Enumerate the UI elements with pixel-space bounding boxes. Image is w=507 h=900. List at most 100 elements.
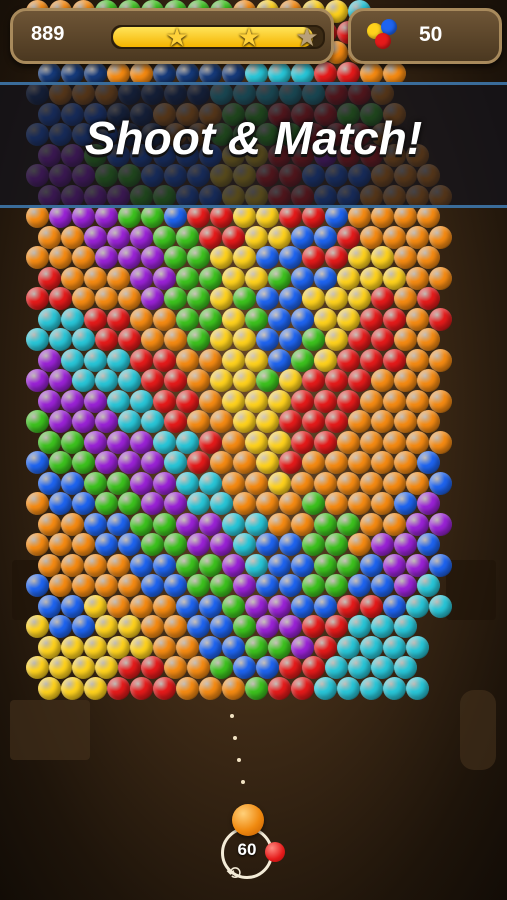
bubble (405, 471, 429, 495)
bubble (371, 451, 394, 474)
bubble (302, 369, 325, 392)
bubble (359, 430, 383, 454)
bubble (405, 635, 429, 659)
bubble (279, 574, 302, 597)
bubble (106, 225, 130, 249)
bubble (417, 574, 440, 597)
bubble (267, 225, 291, 249)
bubble (129, 553, 153, 577)
bubble (26, 533, 49, 556)
bubble (256, 246, 279, 269)
bubble (118, 656, 141, 679)
bubble (60, 389, 84, 413)
bubble (37, 225, 61, 249)
bubble (141, 246, 164, 269)
bubble (267, 348, 291, 372)
bubble (233, 615, 256, 638)
bubble (348, 246, 371, 269)
bubble (313, 389, 337, 413)
bubble (83, 635, 107, 659)
bubble (118, 410, 141, 433)
bubble (129, 430, 153, 454)
bubble (164, 328, 187, 351)
bubble (26, 492, 49, 515)
bubble (187, 533, 210, 556)
bubble (198, 594, 222, 618)
bubble (371, 615, 394, 638)
bubble (164, 410, 187, 433)
bubble (394, 533, 417, 556)
bubble (302, 451, 325, 474)
instruction-banner: Shoot & Match! (0, 82, 507, 208)
bubble (187, 574, 210, 597)
bubble (141, 451, 164, 474)
bubble (279, 615, 302, 638)
bubble (279, 410, 302, 433)
bubble (37, 430, 61, 454)
bubble (164, 246, 187, 269)
bubble (382, 471, 406, 495)
level-progress-fill (113, 27, 313, 47)
bubble (49, 574, 72, 597)
swap-arrow-icon[interactable]: ⟲ (226, 864, 252, 882)
bubble (164, 369, 187, 392)
bubble (72, 492, 95, 515)
bubble (141, 287, 164, 310)
bubble (428, 512, 452, 536)
bubble (152, 389, 176, 413)
bubble (152, 594, 176, 618)
bubble (371, 328, 394, 351)
moves-panel: 50 (348, 8, 502, 64)
bubble (290, 635, 314, 659)
bubble (198, 553, 222, 577)
score-panel: 889 ★ ★ ★ (10, 8, 334, 64)
bubble (198, 389, 222, 413)
bubble (210, 574, 233, 597)
bubble (187, 615, 210, 638)
bubble (417, 492, 440, 515)
bubble (106, 512, 130, 536)
bubble (187, 328, 210, 351)
bubble (256, 656, 279, 679)
bubble (129, 266, 153, 290)
bubble (221, 225, 245, 249)
bubble (233, 369, 256, 392)
bubble (267, 266, 291, 290)
current-ball[interactable] (232, 804, 264, 836)
bubble (187, 246, 210, 269)
bubble (382, 553, 406, 577)
bubble (83, 594, 107, 618)
bubble (83, 348, 107, 372)
bubble (233, 492, 256, 515)
bubble (118, 574, 141, 597)
bubble (60, 553, 84, 577)
bubble (49, 328, 72, 351)
bubble (152, 553, 176, 577)
bubble (210, 246, 233, 269)
bubble (244, 471, 268, 495)
bubble (428, 553, 452, 577)
bubble (187, 205, 210, 228)
moves-left-value: 50 (419, 23, 443, 46)
bubble (267, 512, 291, 536)
bubble (244, 389, 268, 413)
bubble (405, 553, 429, 577)
bubble (336, 266, 360, 290)
bubble (313, 676, 337, 700)
bubble (106, 307, 130, 331)
bubble (405, 676, 429, 700)
aim-dot (237, 758, 241, 762)
bubble (95, 410, 118, 433)
bubble (290, 471, 314, 495)
bubble (256, 574, 279, 597)
bubble (72, 246, 95, 269)
bubble (95, 369, 118, 392)
bubble (49, 492, 72, 515)
bubble (198, 348, 222, 372)
bubble (302, 287, 325, 310)
bubble (267, 471, 291, 495)
next-ball[interactable] (265, 842, 285, 862)
bubble (175, 430, 199, 454)
bubble (244, 553, 268, 577)
bubble (106, 348, 130, 372)
